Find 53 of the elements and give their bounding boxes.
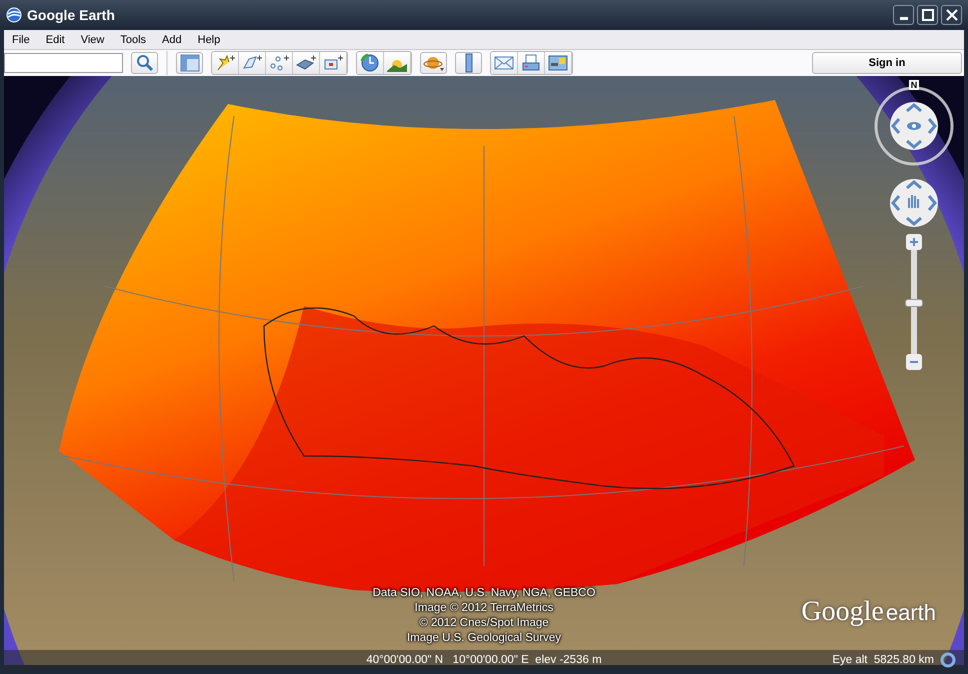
move-joystick-icon[interactable] [889, 178, 939, 228]
path-tool-button[interactable] [266, 52, 293, 74]
minimize-button[interactable] [893, 5, 914, 25]
pin-tool-button[interactable] [212, 52, 239, 74]
window-title: Google Earth [27, 7, 115, 23]
clock-icon [360, 53, 380, 73]
sunlight-button[interactable] [384, 52, 411, 74]
search-field[interactable] [4, 53, 123, 73]
coordinates-text: 40°00'00.00" N 10°00'00.00" E elev -2536 m [366, 654, 602, 666]
print-button[interactable] [518, 52, 545, 74]
zoom-out-icon[interactable] [906, 354, 922, 370]
printer-icon [521, 54, 541, 72]
look-joystick-icon[interactable] [874, 86, 954, 166]
menu-item[interactable]: Add [158, 34, 190, 46]
search-icon [136, 54, 154, 72]
streaming-indicator-icon [940, 652, 956, 668]
north-label[interactable]: N [908, 80, 920, 90]
menu-item[interactable]: Tools [116, 34, 154, 46]
envelope-icon [494, 55, 514, 71]
close-button[interactable] [941, 5, 962, 25]
menu-item[interactable]: Help [194, 34, 228, 46]
minimize-icon [900, 17, 908, 20]
maximize-button[interactable] [917, 5, 938, 25]
menu-item[interactable]: Edit [42, 34, 73, 46]
globe-icon [6, 7, 22, 23]
tour-tool-button[interactable] [320, 52, 347, 74]
ruler-icon [464, 53, 474, 73]
map-icon [548, 55, 568, 71]
maps-button[interactable] [545, 52, 572, 74]
attribution-text: © 2012 Cnes/Spot Image [419, 616, 549, 631]
attribution-text: Image © 2012 TerraMetrics [414, 601, 554, 616]
planet-button[interactable] [420, 52, 447, 74]
zoom-in-icon[interactable] [906, 234, 922, 250]
map-background[interactable] [4, 76, 964, 665]
ruler-button[interactable] [455, 52, 482, 74]
historical-imagery-button[interactable] [357, 52, 384, 74]
attribution-text: Image U.S. Geological Survey [406, 631, 562, 646]
overlay-icon [295, 54, 317, 72]
sidebar-button[interactable] [176, 52, 203, 74]
logo: Googleearth [801, 596, 936, 628]
search-button[interactable] [131, 52, 158, 74]
close-icon [946, 9, 958, 21]
overlay-tool-button[interactable] [293, 52, 320, 74]
panel-icon [180, 54, 200, 72]
maximize-icon [922, 9, 934, 21]
zoom-slider-thumb[interactable] [905, 299, 923, 307]
sign-in-button[interactable]: Sign in [812, 52, 962, 74]
menu-item[interactable]: View [76, 34, 112, 46]
menu-item[interactable]: File [8, 34, 38, 46]
email-button[interactable] [491, 52, 518, 74]
polygon-tool-button[interactable] [239, 52, 266, 74]
planet-icon [422, 54, 444, 72]
eye-altitude-text: Eye alt 5825.80 km [832, 654, 934, 666]
